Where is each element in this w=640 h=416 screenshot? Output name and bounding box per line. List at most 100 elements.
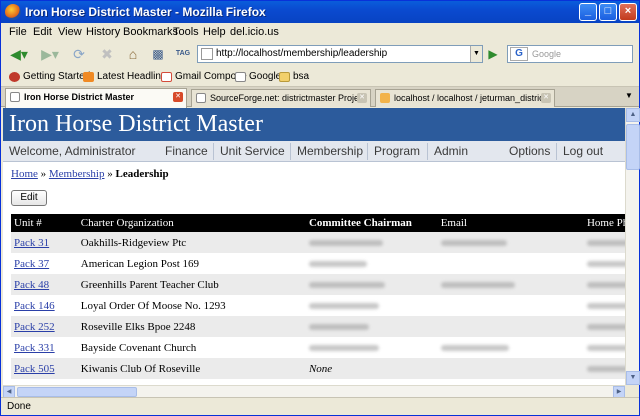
redacted-name [308, 302, 379, 309]
menu-help[interactable]: Help [203, 26, 226, 38]
menu-delicious[interactable]: del.icio.us [230, 26, 279, 38]
charter-organization-cell: Greenhills Parent Teacher Club [77, 274, 306, 295]
go-button[interactable]: ▶ [485, 44, 501, 64]
column-header-committee-chairman[interactable]: Committee Chairman [305, 214, 438, 232]
charter-organization: Oakhills-Ridgeview Ptc [80, 236, 187, 249]
charter-organization: Kiwanis Club Of Roseville [80, 362, 201, 375]
tag-icon[interactable]: TAG [173, 44, 193, 64]
nav-program[interactable]: Program [374, 144, 420, 158]
home-phone-cell [583, 295, 625, 316]
horizontal-scrollbar[interactable]: ◀ ▶ [3, 385, 625, 398]
nav-finance[interactable]: Finance [165, 144, 208, 158]
menu-bar: File Edit View History Bookmarks Tools H… [1, 23, 639, 41]
redacted-name [308, 344, 379, 351]
close-tab-icon[interactable]: ✕ [541, 93, 551, 103]
horizontal-scroll-thumb[interactable] [17, 387, 137, 397]
google-search-icon[interactable]: G [510, 47, 528, 61]
page-favicon-icon [201, 48, 213, 60]
site-title: Iron Horse District Master [3, 108, 625, 141]
nav-divider [367, 143, 368, 160]
unit-link[interactable]: Pack 505 [14, 363, 55, 375]
tab-label: Iron Horse District Master [24, 92, 135, 102]
close-tab-icon[interactable]: ✕ [357, 93, 367, 103]
url-dropdown-icon[interactable]: ▼ [470, 46, 482, 62]
committee-chairman-cell [305, 337, 438, 358]
nav-membership[interactable]: Membership [297, 144, 363, 158]
title-bar: Iron Horse District Master - Mozilla Fir… [1, 1, 639, 23]
column-header-charter-org: Charter Organization [77, 214, 306, 232]
bookmark-manager-icon[interactable]: ▩ [148, 44, 168, 64]
bookmark-gmail-compose[interactable]: Gmail Compose [161, 71, 247, 82]
close-tab-icon[interactable]: ✕ [173, 92, 183, 102]
vertical-scroll-thumb[interactable] [626, 124, 640, 170]
scrollbar-corner [625, 385, 639, 397]
breadcrumb-membership-link[interactable]: Membership [49, 168, 105, 180]
rss-icon [83, 72, 94, 82]
column-header-home-phone: Home Ph [583, 214, 625, 232]
menu-view[interactable]: View [58, 26, 82, 38]
redacted-email [440, 239, 507, 246]
redacted-phone [586, 344, 625, 351]
nav-divider [290, 143, 291, 160]
unit-link[interactable]: Pack 146 [14, 300, 55, 312]
bookmark-label: Getting Started [23, 71, 91, 82]
tab-list-chevron-down-icon[interactable]: ▼ [623, 87, 635, 105]
url-bar[interactable]: http://localhost/membership/leadership ▼ [197, 45, 483, 63]
maximize-button[interactable]: □ [599, 3, 617, 21]
close-button[interactable]: × [619, 3, 637, 21]
tab-localhost-phpmyadmin[interactable]: localhost / localhost / jeturman_distric… [375, 89, 555, 107]
tab-iron-horse[interactable]: Iron Horse District Master ✕ [5, 88, 187, 108]
bookmark-getting-started[interactable]: Getting Started [9, 71, 90, 82]
nav-unit-service[interactable]: Unit Service [220, 144, 285, 158]
table-row: Pack 146 Loyal Order Of Moose No. 1293 [11, 295, 625, 316]
nav-options[interactable]: Options [509, 144, 550, 158]
unit-link[interactable]: Pack 37 [14, 258, 49, 270]
vertical-scrollbar[interactable]: ▲ ▼ [625, 108, 640, 385]
reload-icon[interactable]: ⟳ [69, 44, 89, 64]
nav-log-out[interactable]: Log out [563, 144, 603, 158]
email-cell [437, 358, 584, 379]
unit-link-cell: Pack 146 [11, 295, 78, 316]
firefox-icon [5, 4, 21, 20]
unit-link-cell: Pack 37 [11, 253, 78, 274]
unit-link[interactable]: Pack 331 [14, 342, 55, 354]
home-icon[interactable]: ⌂ [123, 44, 143, 64]
bookmark-bsa[interactable]: bsa [279, 71, 309, 82]
back-button[interactable]: ◀▾ [5, 44, 33, 64]
menu-file[interactable]: File [9, 26, 27, 38]
folder-icon [279, 72, 290, 82]
charter-organization: Bayside Covenant Church [80, 341, 197, 354]
menu-history[interactable]: History [86, 26, 120, 38]
forward-button[interactable]: ▶▾ [37, 44, 63, 64]
home-phone-cell [583, 232, 625, 253]
unit-link-cell: Pack 31 [11, 232, 78, 253]
scroll-up-icon[interactable]: ▲ [626, 108, 640, 122]
tab-sourceforge[interactable]: SourceForge.net: districtmaster Proje...… [191, 89, 371, 107]
menu-tools[interactable]: Tools [173, 26, 199, 38]
unit-link[interactable]: Pack 48 [14, 279, 49, 291]
url-text[interactable]: http://localhost/membership/leadership [216, 48, 387, 59]
scroll-down-icon[interactable]: ▼ [626, 371, 640, 385]
breadcrumb-home-link[interactable]: Home [11, 168, 38, 180]
menu-edit[interactable]: Edit [33, 26, 52, 38]
edit-button[interactable]: Edit [11, 190, 47, 206]
redacted-phone [586, 323, 625, 330]
unit-link[interactable]: Pack 31 [14, 237, 49, 249]
committee-chairman-cell [305, 316, 438, 337]
breadcrumb-separator: » [37, 168, 49, 180]
nav-divider [427, 143, 428, 160]
bookmark-google[interactable]: Google [235, 71, 281, 82]
committee-chairman-cell [305, 295, 438, 316]
unit-link[interactable]: Pack 252 [14, 321, 55, 333]
search-box[interactable]: G Google [507, 45, 633, 63]
firefox-bookmark-icon [9, 72, 20, 82]
home-phone-cell [583, 316, 625, 337]
email-cell [437, 253, 584, 274]
menu-bookmarks[interactable]: Bookmarks [123, 26, 178, 38]
unit-link-cell: Pack 505 [11, 358, 78, 379]
nav-admin[interactable]: Admin [434, 144, 468, 158]
bookmark-latest-headlines[interactable]: Latest Headlines [83, 71, 172, 82]
minimize-button[interactable]: _ [579, 3, 597, 21]
stop-icon[interactable]: ✖ [97, 44, 117, 64]
tab-bar: Iron Horse District Master ✕ SourceForge… [1, 87, 639, 108]
